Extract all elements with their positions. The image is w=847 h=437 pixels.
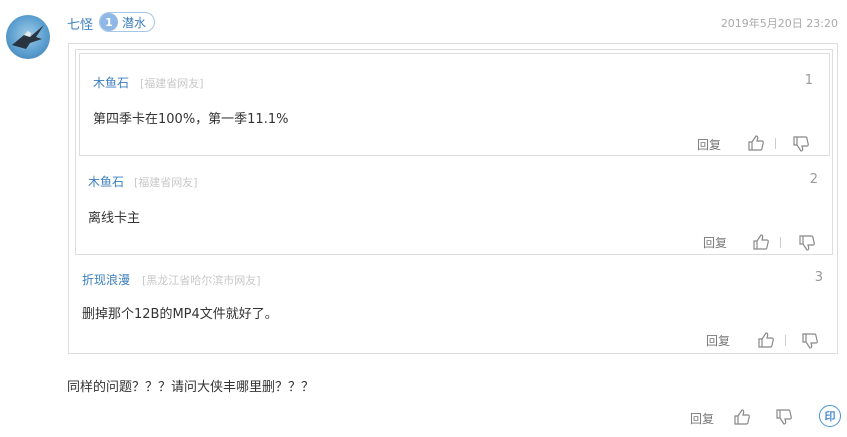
- eagle-avatar-icon: [12, 25, 44, 49]
- quote-1-reply-button[interactable]: 回复: [697, 136, 721, 153]
- quote-1-thumbs-down-icon[interactable]: [792, 135, 810, 153]
- divider: [785, 335, 786, 346]
- quote-1-thumbs-up-icon[interactable]: [747, 134, 765, 152]
- comment-reply-button[interactable]: 回复: [690, 410, 714, 427]
- quote-3-reply-button[interactable]: 回复: [706, 332, 730, 349]
- quote-3-user[interactable]: 折现浪漫: [82, 271, 130, 288]
- divider: [780, 237, 781, 248]
- comment-thumbs-up-icon[interactable]: [733, 408, 751, 426]
- quote-1-location: [福建省网友]: [140, 77, 204, 90]
- quote-2-text: 离线卡主: [88, 211, 141, 226]
- comment-username[interactable]: 七怪: [67, 14, 93, 33]
- quote-2-thumbs-down-icon[interactable]: [798, 234, 816, 252]
- quote-2-floor: 2: [809, 172, 818, 187]
- quote-2-user[interactable]: 木鱼石: [88, 173, 124, 190]
- comment-text: 同样的问题？？？请问大侠丰哪里删？？？: [67, 380, 315, 395]
- user-level-title: 潜水: [122, 15, 147, 30]
- user-level: 1: [100, 13, 118, 31]
- quote-reply-icon[interactable]: 印: [819, 405, 841, 427]
- quote-1-text: 第四季卡在100%，第一季11.1%: [93, 112, 289, 127]
- quote-3-location: [黑龙江省哈尔滨市网友]: [142, 274, 261, 287]
- comment-timestamp: 2019年5月20日 23:20: [720, 17, 838, 30]
- divider: [775, 138, 776, 149]
- quote-1-user[interactable]: 木鱼石: [93, 74, 129, 91]
- quote-level-1: 木鱼石 [福建省网友] 1 第四季卡在100%，第一季11.1% 回复: [79, 53, 830, 156]
- quote-3-thumbs-down-icon[interactable]: [801, 332, 819, 350]
- quote-3-thumbs-up-icon[interactable]: [757, 331, 775, 349]
- quote-2-thumbs-up-icon[interactable]: [752, 233, 770, 251]
- quote-3-floor: 3: [814, 270, 823, 285]
- quote-2-reply-button[interactable]: 回复: [703, 234, 727, 251]
- avatar[interactable]: [6, 15, 50, 59]
- quote-3-text: 删掉那个12B的MP4文件就好了。: [82, 307, 278, 322]
- comment-thumbs-down-icon[interactable]: [775, 408, 793, 426]
- user-level-badge: 1 潜水: [99, 12, 156, 32]
- quote-2-location: [福建省网友]: [134, 176, 198, 189]
- quote-1-floor: 1: [804, 73, 813, 88]
